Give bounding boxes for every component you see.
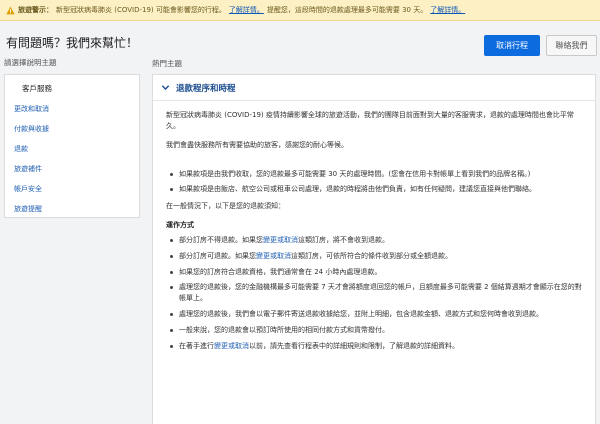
list-item: 在著手進行變更或取消以前，請先查看行程表中的詳細規則和限制，了解退款的詳細資料。 [166,341,583,352]
list-item-text: 部分訂房不得退款。如果您 [179,235,263,244]
sidebar-item-travel-alerts[interactable]: 旅遊提醒 [5,199,139,219]
sidebar-item-changes-cancellations[interactable]: 更改和取消 [5,99,139,119]
cancel-trip-button[interactable]: 取消行程 [484,35,540,56]
chevron-down-icon [161,85,170,91]
sidebar-item-payments-receipts[interactable]: 付款與收據 [5,119,139,139]
panel-title: 退款程序和時程 [176,83,236,94]
intro-paragraph-2: 我們會盡快服務所有需要協助的旅客，感謝您的耐心等候。 [166,140,348,149]
list-item: 如果款項是由飯店、航空公司或租車公司處理，退款的時程將由他們負責，如有任何疑問，… [166,184,583,195]
list-item-text: 部分訂房可退款。如果您 [179,251,256,260]
intro-paragraph-1: 新型冠狀病毒肺炎 (COVID-19) 疫情持續影響全球的旅遊活動，我們的團隊目… [166,111,574,130]
alert-learn-more-link-2[interactable]: 了解詳情。 [430,5,465,15]
list-item-text: 這類訂房，將不會收到退款。 [298,235,389,244]
travel-alert-banner: 旅遊警示： 新型冠狀病毒肺炎 (COVID-19) 可能會影響您的行程。 了解詳… [0,0,600,21]
popular-topics-heading: 熱門主題 [152,59,182,68]
change-or-cancel-link[interactable]: 變更或取消 [263,236,298,244]
change-or-cancel-link[interactable]: 變更或取消 [214,342,249,350]
alert-text-2: 提醒您，這段時間的退款處理最多可能需要 30 天。 [266,6,428,14]
alert-text: 新型冠狀病毒肺炎 (COVID-19) 可能會影響您的行程。 [56,6,226,14]
list-item-text: 這類訂房，可依所符合的條件收到部分或全額退款。 [291,251,452,260]
refund-topic-panel: 退款程序和時程 新型冠狀病毒肺炎 (COVID-19) 疫情持續影響全球的旅遊活… [152,74,596,424]
how-it-works-title: 運作方式 [166,221,194,230]
sidebar-heading: 請選擇說明主題 [4,58,57,67]
list-item: 處理您的退款後，我們會以電子郵件寄送退款收據給您，並附上明細，包含退款金額、退款… [166,309,583,320]
alert-label: 旅遊警示： [18,6,53,14]
list-item-text: 以前，請先查看行程表中的詳細規則和限制，了解退款的詳細資料。 [249,341,459,350]
how-it-works-list: 部分訂房不得退款。如果您變更或取消這類訂房，將不會收到退款。 部分訂房可退款。如… [166,235,583,352]
list-item: 如果您的訂房符合退款資格，我們通常會在 24 小時內處理退款。 [166,267,583,278]
alert-learn-more-link-1[interactable]: 了解詳情。 [229,5,264,15]
contact-us-button[interactable]: 聯絡我們 [546,35,597,56]
list-item: 部分訂房不得退款。如果您變更或取消這類訂房，將不會收到退款。 [166,235,583,246]
sidebar-item-travel-documents[interactable]: 旅遊補件 [5,159,139,179]
panel-content: 新型冠狀病毒肺炎 (COVID-19) 疫情持續影響全球的旅遊活動，我們的團隊目… [153,101,595,352]
sidebar-item-account-security[interactable]: 帳戶安全 [5,179,139,199]
warning-icon [6,5,15,14]
page-title: 有問題嗎？我們來幫忙！ [6,36,139,50]
refund-panel-header[interactable]: 退款程序和時程 [153,75,595,101]
list-item: 處理您的退款後，您的金融機構最多可能需要 7 天才會將額度退回您的帳戶，且額度最… [166,282,583,304]
list-item-text: 在著手進行 [179,341,214,350]
list-item: 如果款項是由我們收取，您的退款最多可能需要 30 天的處理時間。(您會在信用卡對… [166,169,583,180]
refund-source-list: 如果款項是由我們收取，您的退款最多可能需要 30 天的處理時間。(您會在信用卡對… [166,169,583,196]
help-topics-sidebar: 客戶服務 更改和取消 付款與收據 退款 旅遊補件 帳戶安全 旅遊提醒 [4,74,140,218]
list-item: 一般來說，您的退款會以預訂時所使用的相同付款方式和貨幣撥付。 [166,325,583,336]
sidebar-group-title: 客戶服務 [22,84,52,93]
list-item: 部分訂房可退款。如果您變更或取消這類訂房，可依所符合的條件收到部分或全額退款。 [166,251,583,262]
general-notice: 在一般情況下，以下是您的退款須知： [166,202,285,211]
sidebar-item-refunds[interactable]: 退款 [5,139,139,159]
change-or-cancel-link[interactable]: 變更或取消 [256,252,291,260]
